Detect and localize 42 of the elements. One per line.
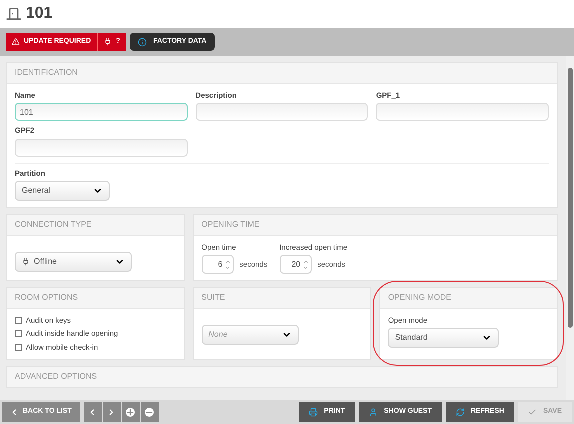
plug-icon xyxy=(104,38,112,46)
scrollbar[interactable] xyxy=(566,56,574,400)
door-icon xyxy=(6,6,22,22)
dropdown[interactable]: General xyxy=(15,180,110,201)
dropdown[interactable]: Standard xyxy=(388,328,500,348)
chevron-down-icon[interactable] xyxy=(302,264,309,270)
checkbox[interactable] xyxy=(15,330,22,338)
text-field[interactable] xyxy=(376,103,549,122)
refresh-icon xyxy=(456,408,465,416)
checkbox[interactable] xyxy=(15,317,22,324)
warning-icon xyxy=(12,38,20,46)
next-button[interactable] xyxy=(102,402,121,422)
number-spinner[interactable]: 20 xyxy=(280,255,312,274)
chevron-left-icon xyxy=(10,408,19,416)
previous-button[interactable] xyxy=(84,402,102,422)
check-icon xyxy=(528,408,538,416)
user-icon xyxy=(369,408,378,416)
chevron-down-icon[interactable] xyxy=(224,264,231,270)
panel-title: CONNECTION TYPE xyxy=(7,214,184,236)
plug-icon xyxy=(22,258,30,266)
printer-icon xyxy=(309,408,318,416)
add-button[interactable] xyxy=(122,402,140,422)
chevron-up-icon[interactable] xyxy=(302,258,309,264)
panel-title: ADVANCED OPTIONS xyxy=(14,370,98,383)
panel-title: ROOM OPTIONS xyxy=(7,288,184,309)
chevron-down-icon xyxy=(282,330,292,340)
text-field[interactable]: 101 xyxy=(15,103,188,122)
remove-button[interactable] xyxy=(140,402,159,422)
number-spinner[interactable]: 6 xyxy=(202,255,234,274)
text-field[interactable] xyxy=(196,103,368,122)
minus-icon xyxy=(145,408,154,416)
panel-title: IDENTIFICATION xyxy=(7,63,557,84)
dropdown[interactable]: Offline xyxy=(15,252,132,272)
window-title: 101 xyxy=(26,4,53,24)
checkbox[interactable] xyxy=(15,344,22,351)
panel-title: OPENING TIME xyxy=(194,214,557,236)
panel-title: OPENING MODE xyxy=(380,288,557,309)
plus-icon xyxy=(126,408,136,416)
panel-title: SUITE xyxy=(194,288,370,309)
chevron-up-icon[interactable] xyxy=(224,258,231,264)
info-icon xyxy=(138,38,148,46)
text-field[interactable] xyxy=(15,138,188,156)
